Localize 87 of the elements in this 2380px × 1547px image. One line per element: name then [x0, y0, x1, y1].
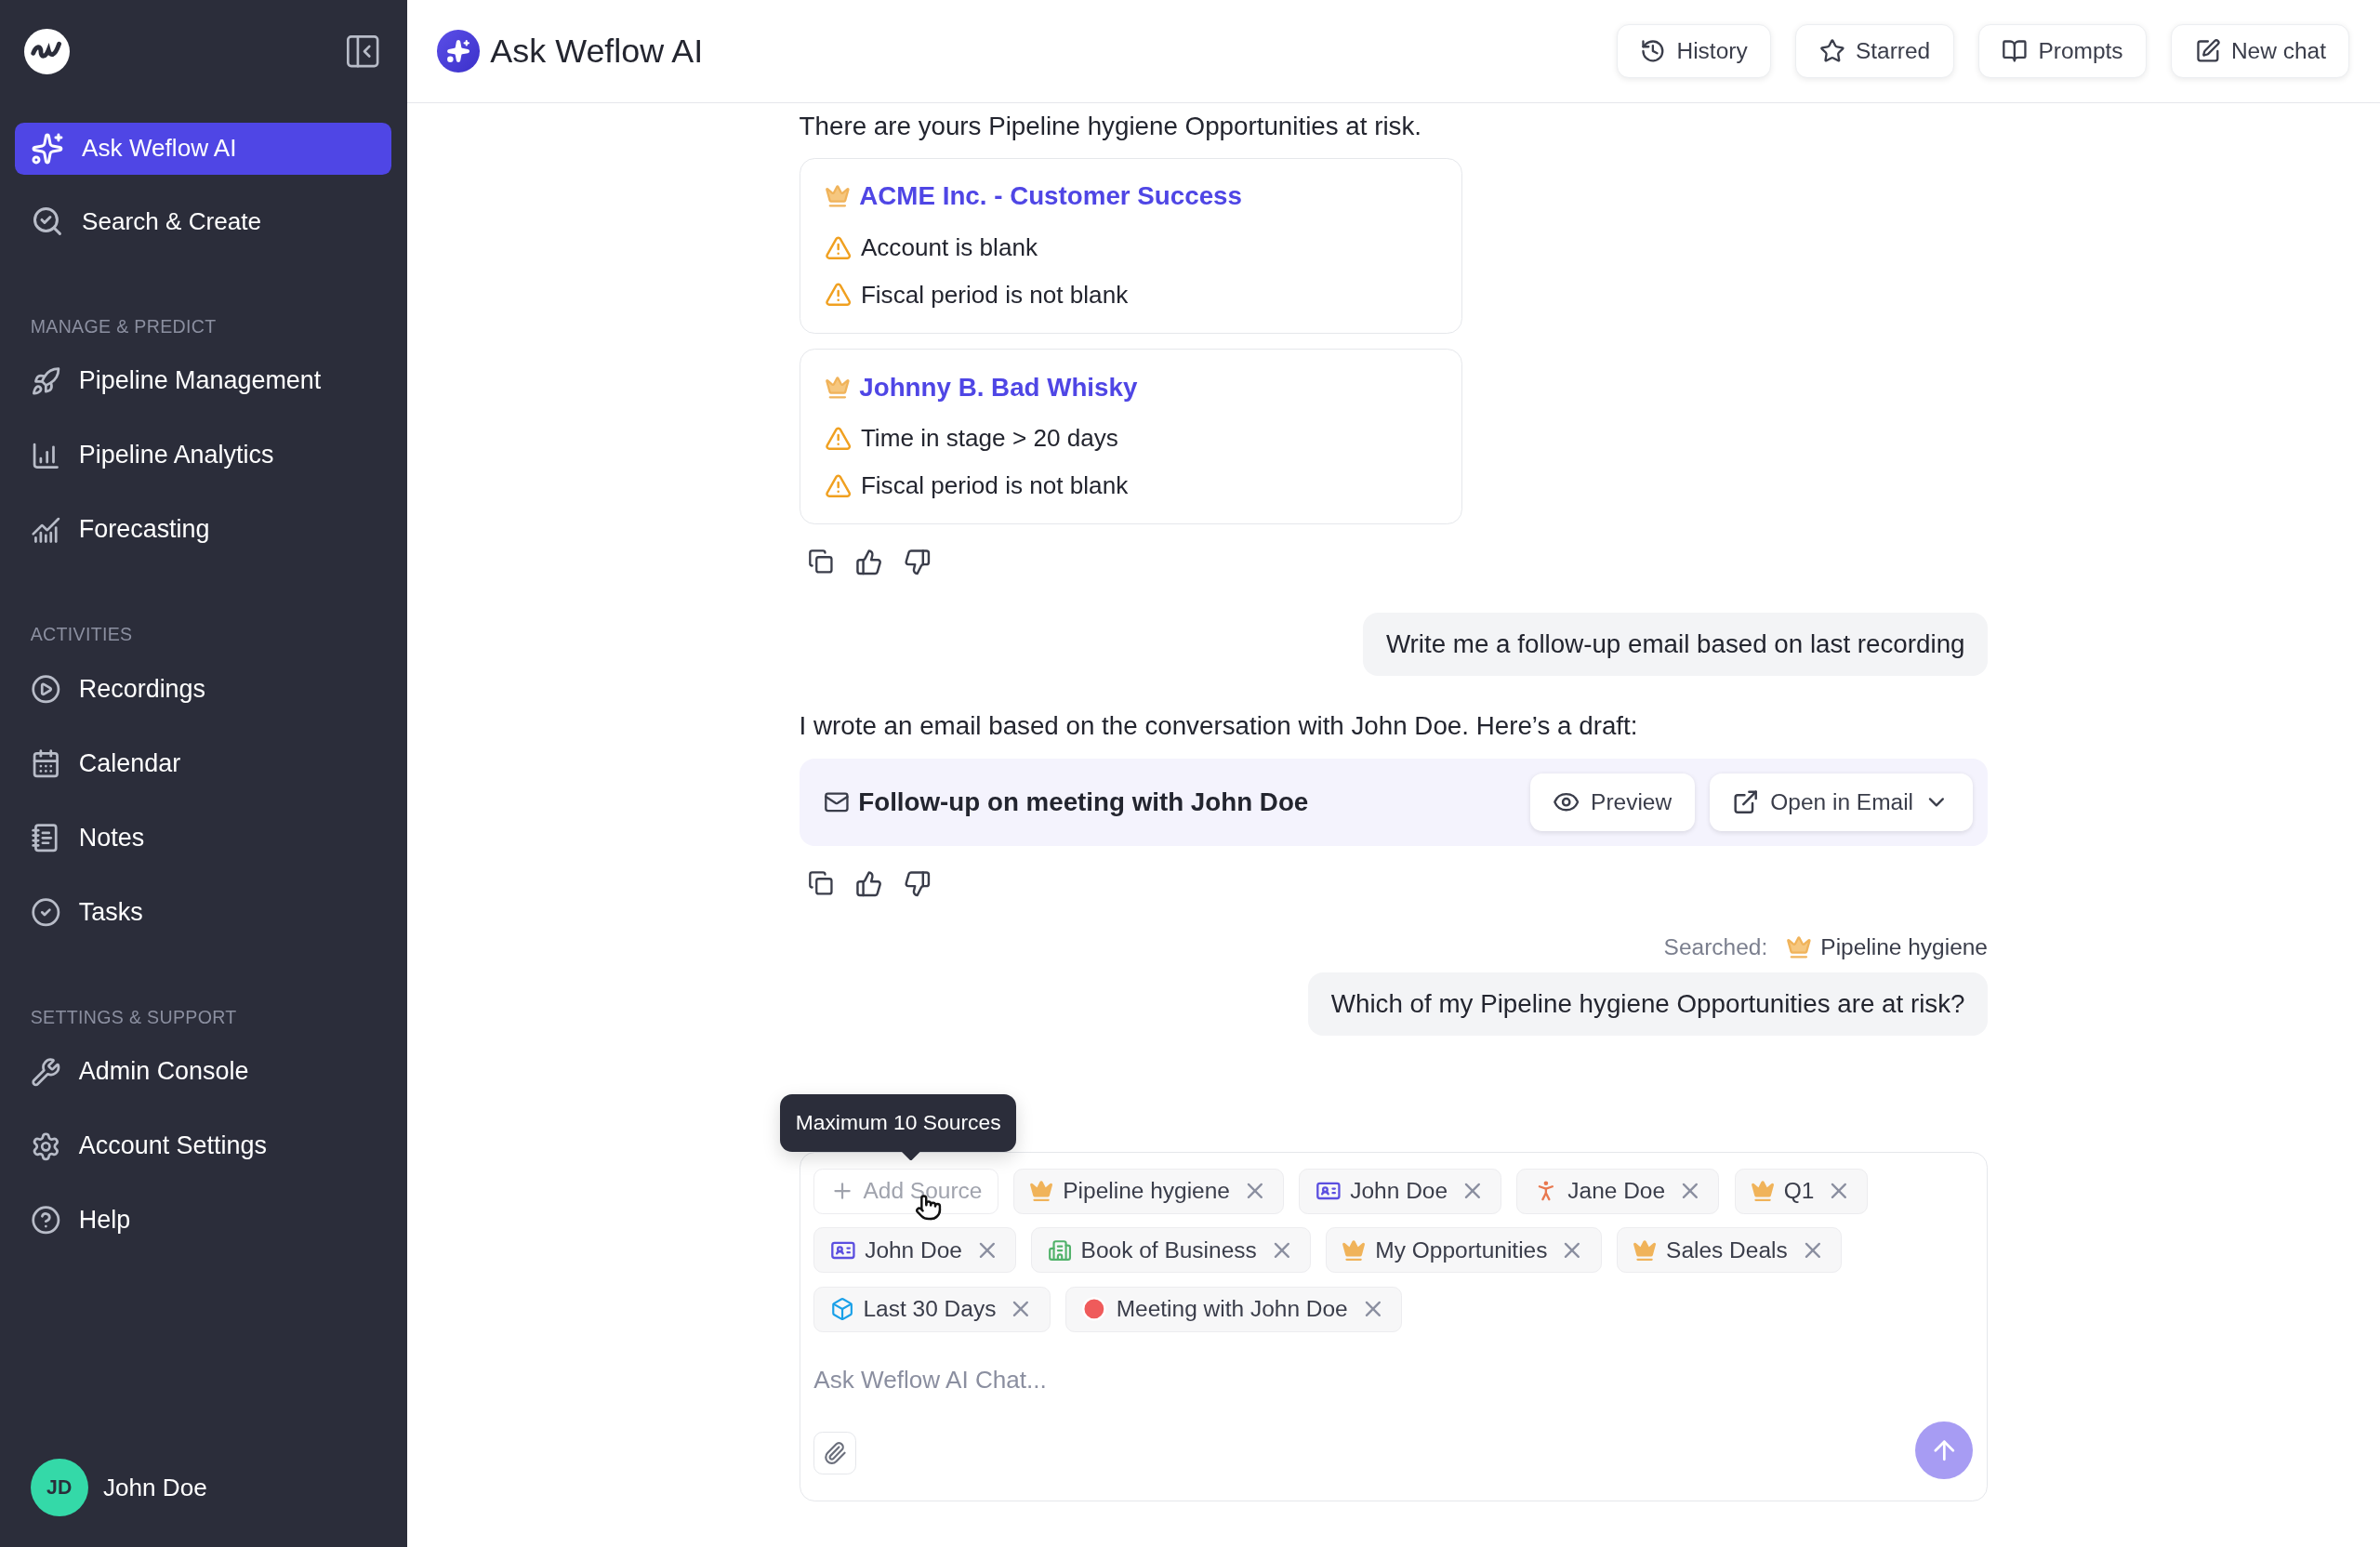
warning-icon — [824, 233, 853, 262]
crown-icon — [1785, 934, 1812, 960]
thumbs-down-icon — [904, 870, 932, 898]
copy-icon — [808, 549, 835, 575]
star-icon — [1818, 38, 1845, 64]
source-label: Book of Business — [1080, 1236, 1257, 1263]
searched-label: Searched: — [1663, 933, 1768, 960]
sidebar-item[interactable]: Tasks — [15, 886, 392, 939]
crown-icon — [1750, 1178, 1775, 1204]
warning-text: Fiscal period is not blank — [860, 470, 1129, 501]
play-icon — [30, 674, 61, 705]
sidebar-item[interactable]: Help — [15, 1195, 392, 1247]
section-title: MANAGE & PREDICT — [29, 315, 218, 337]
thumbs-up-button[interactable] — [855, 870, 883, 898]
copy-icon — [808, 870, 835, 897]
email-subject: Follow-up on meeting with John Doe — [858, 787, 1310, 817]
copy-button[interactable] — [808, 549, 835, 576]
user-message: Which of my Pipeline hygiene Opportunities are at risk? — [1308, 972, 1988, 1037]
source-label: Pipeline hygiene — [1063, 1178, 1230, 1205]
opportunity-link[interactable]: ACME Inc. - Customer Success — [824, 181, 1437, 212]
crown-icon — [1029, 1178, 1054, 1204]
header-button[interactable]: Starred — [1795, 23, 1954, 79]
sidebar-item[interactable]: Forecasting — [15, 504, 392, 556]
thumbs-down-button[interactable] — [904, 549, 932, 576]
crown-icon — [1633, 1237, 1658, 1263]
sidebar-item[interactable]: Recordings — [15, 663, 392, 716]
thumbs-up-icon — [855, 549, 883, 576]
edit-icon — [2194, 38, 2221, 64]
open-in-email-button[interactable]: Open in Email — [1709, 773, 1973, 831]
source-label: John Doe — [865, 1236, 962, 1263]
user-name: John Doe — [102, 1473, 207, 1502]
crown-icon — [824, 374, 851, 401]
preview-button[interactable]: Preview — [1529, 773, 1695, 831]
play-icon — [1081, 1296, 1107, 1323]
sparkles-icon — [30, 132, 64, 165]
thumbs-down-icon — [904, 549, 932, 576]
warning-icon — [824, 471, 853, 500]
source-label: My Opportunities — [1375, 1236, 1548, 1263]
source-label: Sales Deals — [1666, 1236, 1788, 1263]
source-label: Q1 — [1783, 1178, 1815, 1205]
assistant-message: There are yours Pipeline hygiene Opportunities at risk. — [799, 110, 1423, 142]
cube-icon — [829, 1297, 854, 1322]
warning-text: Account is blank — [860, 232, 1038, 263]
warning-text: Fiscal period is not blank — [860, 279, 1129, 311]
building-icon — [1047, 1237, 1072, 1263]
wrench-icon — [30, 1056, 61, 1088]
page-title: Ask Weflow AI — [490, 32, 705, 71]
sidebar-item[interactable]: Ask Weflow AI — [15, 123, 392, 175]
warning-icon — [824, 425, 853, 453]
searched-source: Pipeline hygiene — [1820, 933, 1988, 960]
copy-button[interactable] — [808, 870, 835, 898]
sidebar-item[interactable]: Pipeline Analytics — [15, 430, 392, 482]
opportunity-link[interactable]: Johnny B. Bad Whisky — [824, 372, 1437, 403]
check-circle-icon — [30, 897, 61, 928]
sidebar-item[interactable]: Account Settings — [15, 1120, 392, 1172]
thumbs-up-button[interactable] — [855, 549, 883, 576]
assistant-message: I wrote an email based on the conversation with John Doe. Here’s a draft: — [799, 710, 1639, 743]
book-icon — [2002, 38, 2029, 64]
user-message: Write me a follow-up email based on last recording — [1363, 612, 1988, 677]
header-button[interactable]: Prompts — [1977, 23, 2148, 79]
sidebar-item[interactable]: Search & Create — [15, 195, 392, 248]
warning-text: Time in stage > 20 days — [860, 423, 1118, 455]
source-label: Jane Doe — [1567, 1178, 1666, 1205]
tooltip-arrow-icon — [902, 1151, 920, 1161]
header-button[interactable]: History — [1616, 23, 1772, 79]
source-label: John Doe — [1350, 1178, 1448, 1205]
rocket-icon — [30, 365, 61, 397]
logo-icon — [24, 29, 71, 74]
section-title: SETTINGS & SUPPORT — [29, 1006, 238, 1028]
help-icon — [30, 1205, 61, 1236]
sidebar-item[interactable]: Admin Console — [15, 1046, 392, 1098]
user-avatar[interactable]: JD — [30, 1459, 88, 1517]
warning-icon — [824, 281, 853, 309]
section-title: ACTIVITIES — [29, 624, 134, 646]
sidebar-item[interactable]: Notes — [15, 812, 392, 865]
external-link-icon — [1732, 788, 1760, 816]
crown-icon — [1342, 1237, 1367, 1263]
sidebar-item[interactable]: Pipeline Management — [15, 355, 392, 407]
source-label: Meeting with John Doe — [1116, 1296, 1348, 1323]
thumbs-down-button[interactable] — [904, 870, 932, 898]
sparkles-glyph-icon — [446, 38, 471, 64]
header-button[interactable]: New chat — [2171, 23, 2350, 79]
paperclip-icon — [823, 1441, 848, 1466]
sidebar-item[interactable]: Calendar — [15, 737, 392, 790]
attach-button[interactable] — [813, 1432, 856, 1474]
thumbs-up-icon — [855, 870, 883, 898]
source-label: Last 30 Days — [863, 1296, 997, 1323]
